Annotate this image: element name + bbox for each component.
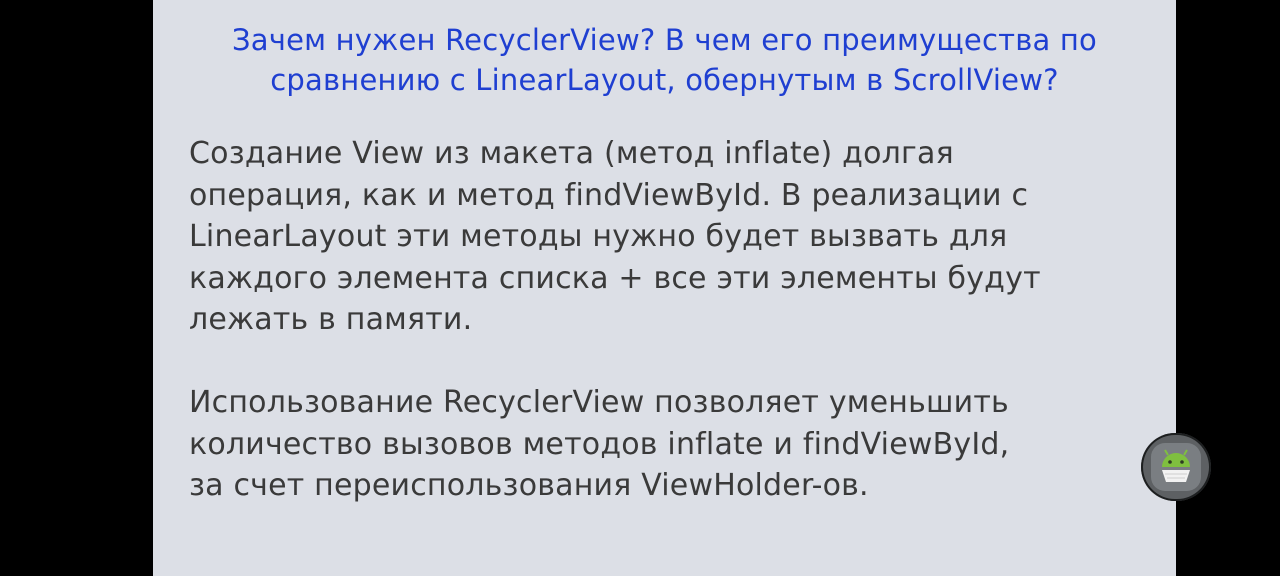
answer-line: за счет переиспользования ViewHolder-ов.	[189, 468, 869, 503]
answer-line: Использование RecyclerView позволяет уме…	[189, 385, 1009, 420]
answer-line: операция, как и метод findViewById. В ре…	[189, 177, 1029, 213]
flashcard[interactable]: Зачем нужен RecyclerView? В чем его преи…	[153, 0, 1176, 576]
answer-paragraph-1: Создание View из макета (метод inflate) …	[189, 133, 1149, 341]
answer-line: количество вызовов методов inflate и fin…	[189, 426, 1010, 462]
answer-line: лежать в памяти.	[189, 302, 473, 337]
question-line: сравнению с LinearLayout, обернутым в Sc…	[270, 63, 1059, 97]
answer-paragraph-2: Использование RecyclerView позволяет уме…	[189, 382, 1149, 507]
answer-text: Создание View из макета (метод inflate) …	[189, 133, 1149, 507]
answer-line: каждого элемента списка + все эти элемен…	[189, 260, 1041, 296]
question-line: Зачем нужен RecyclerView? В чем его преи…	[232, 23, 1097, 57]
question-text: Зачем нужен RecyclerView? В чем его преи…	[153, 20, 1176, 100]
answer-line: Создание View из макета (метод inflate) …	[189, 136, 954, 171]
floating-assistant-button[interactable]	[1141, 433, 1211, 501]
answer-line: LinearLayout эти методы нужно будет вызв…	[189, 219, 1008, 254]
android-robot-icon	[1162, 449, 1190, 482]
